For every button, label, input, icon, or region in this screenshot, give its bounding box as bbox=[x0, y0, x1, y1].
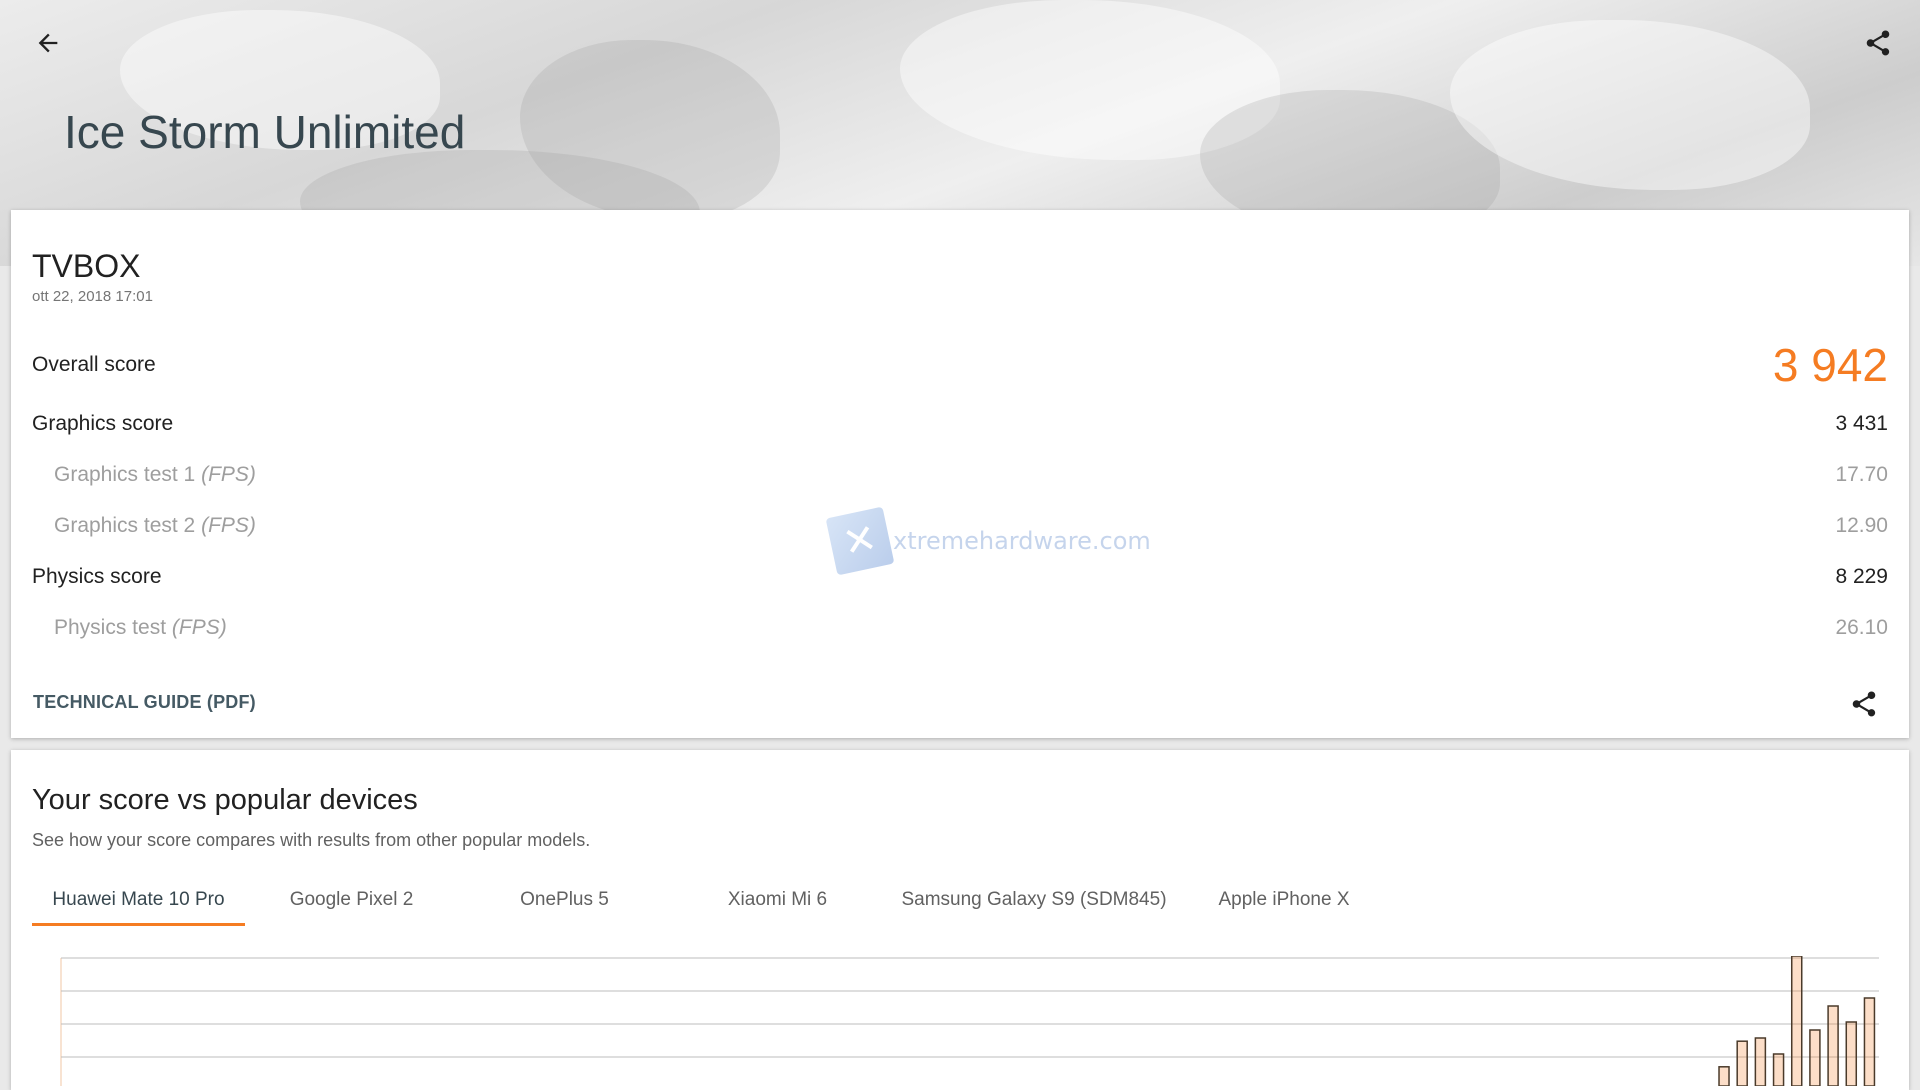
compare-card: Your score vs popular devices See how yo… bbox=[11, 750, 1909, 1090]
back-button[interactable] bbox=[20, 15, 76, 71]
tab-oneplus-5[interactable]: OnePlus 5 bbox=[458, 874, 671, 926]
technical-guide-link[interactable]: TECHNICAL GUIDE (PDF) bbox=[33, 692, 256, 713]
tab-huawei-mate-10-pro[interactable]: Huawei Mate 10 Pro bbox=[32, 874, 245, 926]
graphics-score-row: Graphics score 3 431 bbox=[32, 412, 1888, 436]
tab-google-pixel-2[interactable]: Google Pixel 2 bbox=[245, 874, 458, 926]
graphics-score-value: 3 431 bbox=[1835, 412, 1888, 435]
fps-unit: (FPS) bbox=[171, 616, 227, 639]
score-card: TVBOX ott 22, 2018 17:01 Overall score 3… bbox=[11, 210, 1909, 738]
arrow-left-icon bbox=[38, 33, 58, 53]
share-icon bbox=[1866, 30, 1890, 56]
physics-score-label: Physics score bbox=[32, 565, 162, 588]
compare-description: See how your score compares with results… bbox=[32, 830, 591, 850]
tab-xiaomi-mi-6[interactable]: Xiaomi Mi 6 bbox=[671, 874, 884, 926]
overall-score-label: Overall score bbox=[32, 353, 156, 376]
graphics-test-1-value: 17.70 bbox=[1835, 463, 1888, 486]
watermark-text: xtremehardware.com bbox=[893, 527, 1151, 555]
chart-bar bbox=[1845, 1021, 1858, 1086]
chart-bar bbox=[1809, 1029, 1821, 1086]
guide-share-button[interactable] bbox=[1836, 676, 1892, 732]
overall-score-value: 3 942 bbox=[1772, 339, 1888, 391]
tab-apple-iphone-x[interactable]: Apple iPhone X bbox=[1184, 874, 1384, 926]
graphics-score-label: Graphics score bbox=[32, 412, 174, 435]
device-name: TVBOX bbox=[32, 248, 141, 284]
fps-unit: (FPS) bbox=[201, 514, 256, 537]
score-distribution-chart bbox=[60, 956, 1879, 1086]
chart-bar bbox=[1790, 956, 1803, 1086]
graphics-test-2-label: Graphics test 2 bbox=[54, 514, 196, 537]
share-icon bbox=[1852, 691, 1876, 717]
fps-unit: (FPS) bbox=[201, 463, 256, 486]
physics-score-value: 8 229 bbox=[1835, 565, 1888, 588]
physics-test-value: 26.10 bbox=[1835, 616, 1888, 639]
chart-bar bbox=[1827, 1005, 1839, 1086]
page-title: Ice Storm Unlimited bbox=[64, 106, 466, 158]
result-date: ott 22, 2018 17:01 bbox=[32, 288, 153, 305]
chart-bar bbox=[1863, 997, 1876, 1086]
graphics-test-2-value: 12.90 bbox=[1835, 514, 1888, 537]
chart-bar bbox=[1754, 1037, 1767, 1086]
physics-test-label: Physics test bbox=[54, 616, 167, 639]
compare-title: Your score vs popular devices bbox=[32, 784, 418, 816]
graphics-test-1-label: Graphics test 1 bbox=[54, 463, 196, 486]
tab-samsung-galaxy-s9[interactable]: Samsung Galaxy S9 (SDM845) bbox=[884, 874, 1184, 926]
physics-test-row: Physics test (FPS) 26.10 bbox=[54, 616, 1888, 640]
graphics-test-1-row: Graphics test 1 (FPS) 17.70 bbox=[54, 463, 1888, 487]
chart-bar bbox=[1718, 1066, 1730, 1086]
chart-bar bbox=[1736, 1040, 1748, 1086]
overall-score-row: Overall score 3 942 bbox=[32, 338, 1888, 392]
share-button[interactable] bbox=[1850, 15, 1906, 71]
watermark-logo-icon: ✕ bbox=[825, 506, 895, 576]
chart-bar bbox=[1772, 1053, 1785, 1086]
watermark: ✕ xtremehardware.com bbox=[825, 506, 1151, 576]
background-rock bbox=[1450, 20, 1810, 190]
